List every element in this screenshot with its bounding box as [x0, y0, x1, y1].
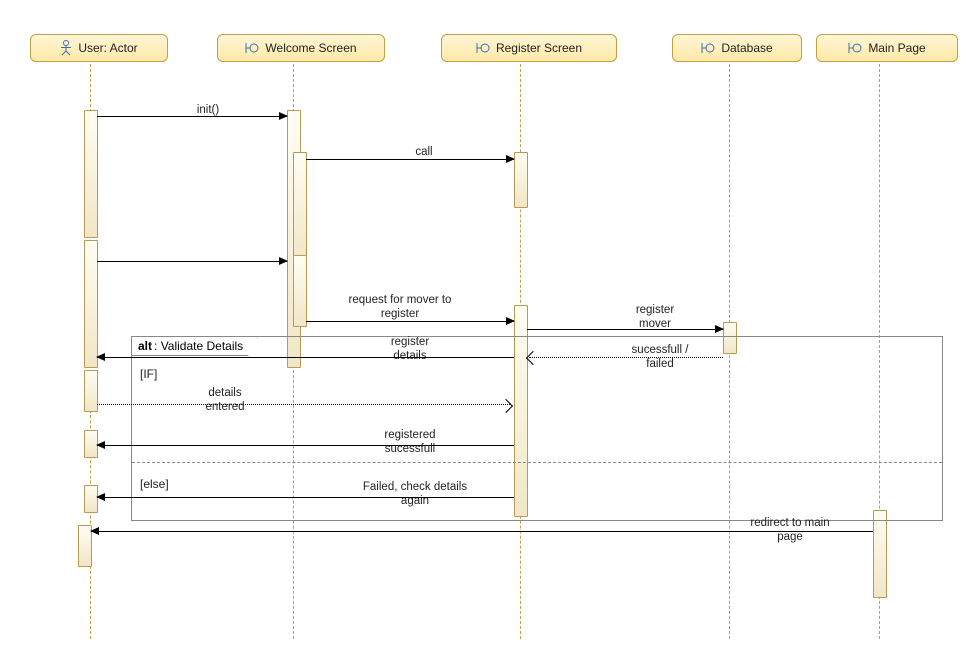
message-arrow [97, 261, 287, 262]
message-arrow [97, 445, 514, 446]
activation [84, 240, 98, 368]
boundary-icon [476, 42, 490, 54]
participant-welcome: Welcome Screen [217, 34, 385, 62]
message-arrow [97, 497, 514, 498]
guard-if: [IF] [140, 367, 157, 381]
boundary-icon [848, 42, 862, 54]
participant-label: Register Screen [496, 41, 582, 55]
message-arrow [306, 159, 514, 160]
sequence-diagram: User: Actor Welcome Screen Register Scre… [0, 0, 974, 660]
message-label: request for mover toregister [310, 293, 490, 322]
participant-user: User: Actor [30, 34, 168, 62]
message-label: Failed, check detailsagain [300, 480, 530, 509]
fragment-alt: alt: Validate Details [IF] [else] [131, 336, 943, 521]
message-arrow [306, 321, 514, 322]
message-arrow [527, 329, 723, 330]
participant-register: Register Screen [441, 34, 617, 62]
message-arrow [97, 404, 510, 405]
participant-label: Database [721, 41, 772, 55]
participant-label: Welcome Screen [265, 41, 356, 55]
message-arrow [91, 531, 873, 532]
activation [514, 152, 528, 208]
boundary-icon [701, 42, 715, 54]
participant-label: Main Page [868, 41, 925, 55]
participant-database: Database [672, 34, 802, 62]
activation [293, 152, 307, 262]
message-label: registerdetails [325, 335, 495, 364]
fragment-divider [132, 462, 942, 463]
activation [84, 110, 98, 238]
participant-label: User: Actor [78, 41, 137, 55]
activation [293, 255, 307, 327]
message-arrow [529, 357, 723, 358]
message-label: registeredsucessfull [320, 428, 500, 457]
fragment-tab: alt: Validate Details [131, 336, 258, 356]
message-label: call [360, 145, 488, 159]
guard-else: [else] [140, 477, 169, 491]
message-arrow [97, 116, 287, 117]
message-arrow [97, 357, 514, 358]
activation [84, 370, 98, 412]
boundary-icon [245, 42, 259, 54]
message-label: detailsentered [160, 386, 290, 415]
participant-main: Main Page [816, 34, 958, 62]
actor-icon [60, 40, 72, 56]
message-label: registermover [575, 303, 735, 332]
